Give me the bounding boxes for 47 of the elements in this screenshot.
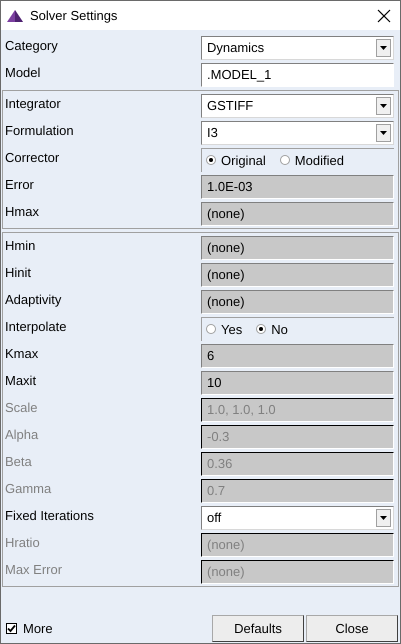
close-button[interactable] [376,8,392,24]
radio-button[interactable] [280,155,290,165]
radio-button[interactable] [206,155,216,165]
field-label: Corrector [5,149,60,165]
radio-option[interactable]: No [256,322,288,336]
field-label: Scale [5,399,39,415]
field-label: Interpolate [5,318,68,334]
radio-button[interactable] [206,324,216,334]
radio-button[interactable] [256,324,266,334]
dialog-button[interactable]: Close [306,615,398,642]
radio-option[interactable]: Original [206,152,266,168]
field-label: Hinit [5,264,32,280]
field-label: Error [5,176,35,192]
dropdown[interactable]: GSTIFF [201,94,394,118]
field-label: Category [5,37,59,53]
field-label: Maxit [5,372,38,388]
field-label: Hmin [5,237,36,253]
radio-option[interactable]: Yes [206,322,242,336]
field-label: Max Error [5,561,64,577]
dialog-button[interactable]: Defaults [212,615,304,642]
input-field[interactable]: 10 [201,370,394,394]
field-label: Hmax [5,203,40,219]
window-title: Solver Settings [30,8,118,23]
input-field[interactable]: (none) [201,236,394,260]
input-field[interactable]: 1.0E-03 [201,174,394,198]
dropdown[interactable]: off [201,506,394,530]
app-logo-icon [6,8,24,24]
input-field[interactable]: (none) [201,290,394,314]
field-label: Fixed Iterations [5,507,95,523]
input-field[interactable]: .MODEL_1 [201,62,394,86]
field-label: Alpha [5,426,40,442]
dropdown[interactable]: I3 [201,120,394,144]
input-field[interactable]: (none) [201,262,394,286]
field-label: Adaptivity [5,291,62,307]
input-field[interactable]: (none) [201,202,394,226]
input-field[interactable]: 6 [201,344,394,368]
field-label: Integrator [5,95,62,111]
field-label: Beta [5,453,33,469]
radio-option[interactable]: Modified [280,152,344,168]
field-label: Model [5,64,42,80]
field-label: Hratio [5,534,41,550]
dropdown[interactable]: Dynamics [201,36,394,60]
field-label: Gamma [5,480,52,496]
more-checkbox[interactable]: More [6,621,210,636]
checkbox[interactable] [6,623,17,634]
field-label: Formulation [5,122,75,138]
field-label: Kmax [5,345,40,361]
